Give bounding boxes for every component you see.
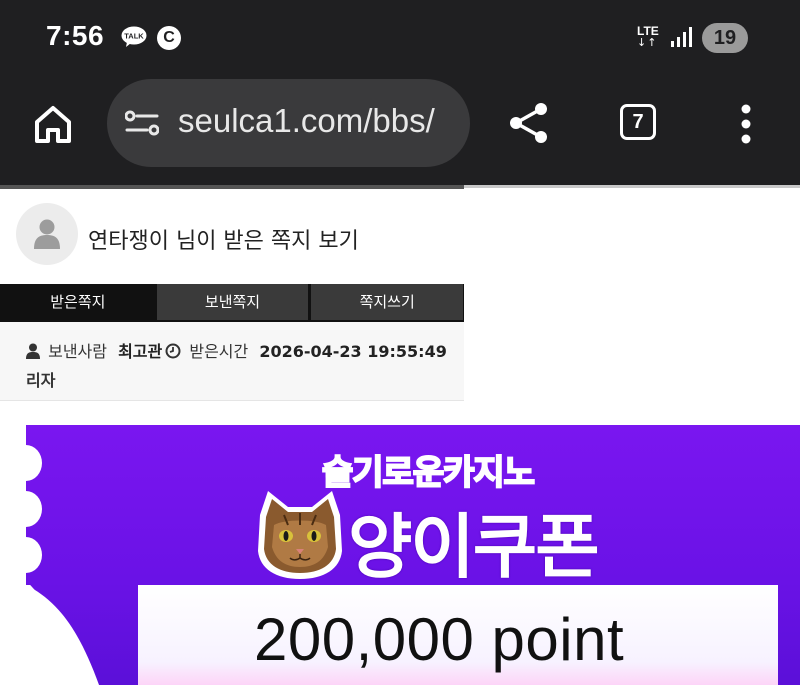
tab-received[interactable]: 받은쪽지 xyxy=(0,284,155,322)
clock-icon xyxy=(165,343,181,359)
share-icon[interactable] xyxy=(507,101,551,145)
ticket-notch xyxy=(26,537,42,573)
user-icon xyxy=(34,219,60,249)
ticket-notch xyxy=(26,491,42,527)
sender-name-continued: 리자 xyxy=(26,371,56,390)
page-title: 연타쟁이 님이 받은 쪽지 보기 xyxy=(88,229,359,254)
status-bar: 7:56 TALK C LTE ↓↑ 19 xyxy=(0,0,800,78)
meta-line: 보낸사람 최고관 받은시간 2026-04-23 19:55:49 xyxy=(26,338,450,362)
promo-banner[interactable]: 슬기로운카지노 양이쿠폰 200,000 point xyxy=(26,425,800,685)
ticket-notch xyxy=(26,445,42,481)
sender-name[interactable]: 최고관 xyxy=(118,342,162,361)
message-tabs: 받은쪽지 보낸쪽지 쪽지쓰기 xyxy=(0,284,465,322)
svg-text:TALK: TALK xyxy=(124,32,144,41)
user-icon xyxy=(26,343,40,359)
signal-icon xyxy=(671,27,692,47)
received-label: 받은시간 xyxy=(189,342,249,361)
home-icon[interactable] xyxy=(32,103,74,145)
message-meta: 보낸사람 최고관 받은시간 2026-04-23 19:55:49 리자 xyxy=(0,322,464,401)
coupon-amount: 200,000 point xyxy=(254,606,625,673)
banner-title: 양이쿠폰 xyxy=(348,506,600,588)
tab-sent[interactable]: 보낸쪽지 xyxy=(154,284,310,322)
banner-subtitle: 슬기로운카지노 xyxy=(321,452,536,494)
coupon-box: 200,000 point xyxy=(138,585,778,685)
c-app-icon: C xyxy=(157,26,181,50)
lte-icon: LTE ↓↑ xyxy=(637,25,665,53)
message-popup: 연타쟁이 님이 받은 쪽지 보기 받은쪽지 보낸쪽지 쪽지쓰기 보낸사람 최고관… xyxy=(0,189,465,401)
received-time: 2026-04-23 19:55:49 xyxy=(259,342,447,361)
address-bar[interactable]: seulca1.com/bbs/ xyxy=(107,79,470,167)
coupon-curve-decoration xyxy=(26,585,99,685)
url-text[interactable]: seulca1.com/bbs/ xyxy=(178,102,435,140)
tab-write[interactable]: 쪽지쓰기 xyxy=(309,284,465,322)
sender-label: 보낸사람 xyxy=(48,342,107,361)
browser-toolbar: seulca1.com/bbs/ 7 xyxy=(0,78,800,185)
tabs-button[interactable]: 7 xyxy=(620,104,656,140)
avatar xyxy=(16,203,78,265)
clock: 7:56 xyxy=(46,20,105,51)
site-settings-icon[interactable] xyxy=(125,110,159,136)
more-vert-icon[interactable] xyxy=(736,102,756,146)
battery-indicator: 19 xyxy=(702,23,748,53)
kakaotalk-icon: TALK xyxy=(121,26,147,47)
cat-logo-icon xyxy=(258,491,342,579)
